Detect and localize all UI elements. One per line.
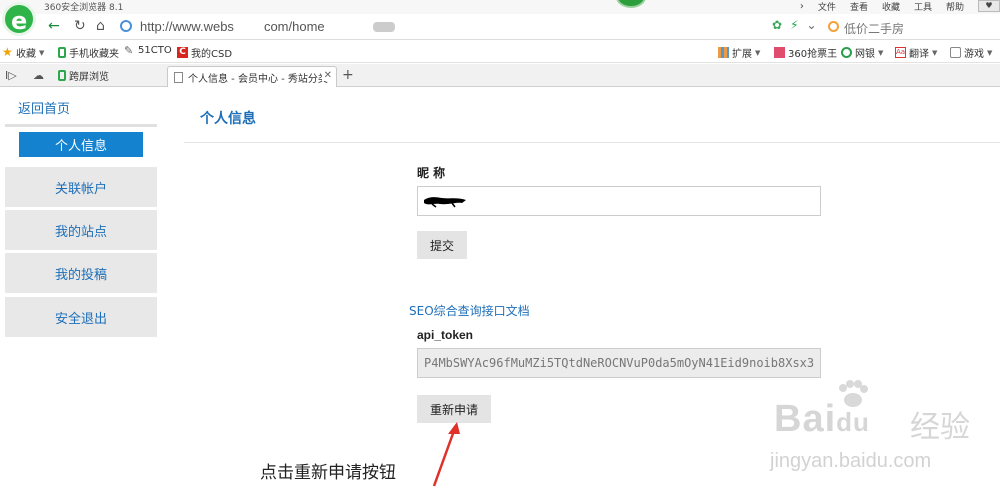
caret-icon: ▼	[987, 48, 993, 57]
bookmark-ticket-king[interactable]: 360抢票王	[774, 45, 837, 60]
menu-file[interactable]: 文件	[818, 0, 836, 13]
globe-icon	[120, 20, 132, 32]
search-engine-icon	[828, 21, 839, 32]
search-box[interactable]: 低价二手房	[828, 17, 1000, 37]
redaction-scribble	[424, 197, 466, 208]
bank-icon	[841, 47, 852, 58]
navigation-bar: ← ↻ ⌂ http://www.webs com/home ✿ ⚡ ⌄ 低价二手…	[0, 14, 1000, 40]
menu-help[interactable]: 帮助	[946, 0, 964, 13]
green-badge-icon[interactable]	[616, 0, 646, 8]
api-token-field[interactable]: P4MbSWYAc96fMuMZi5TQtdNeROCNVuP0da5mOyN4…	[417, 348, 821, 378]
baidu-watermark: Baidu 经验 jingyan.baidu.com	[770, 380, 1000, 494]
bookmark-bank[interactable]: 网银 ▼	[841, 45, 883, 60]
seo-doc-link[interactable]: SEO综合查询接口文档	[409, 302, 530, 319]
app-title: 360安全浏览器 8.1	[44, 3, 124, 13]
sidebar-item-my-submissions[interactable]: 我的投稿	[5, 253, 157, 293]
new-tab-button[interactable]: +	[342, 67, 354, 83]
tab-title: 个人信息 - 会员中心 - 秀站分类	[188, 73, 328, 85]
annotation-arrow	[432, 422, 460, 487]
browser-menu: › 文件 查看 收藏 工具 帮助 ♥	[800, 0, 1000, 13]
csdn-icon: C	[177, 47, 188, 58]
document-icon	[174, 71, 183, 83]
tab-mirror-browse[interactable]: 跨屏浏览	[58, 67, 158, 84]
browser-logo: e	[2, 2, 36, 36]
title-divider	[184, 142, 1000, 143]
phone-icon	[58, 70, 66, 81]
sidebar-item-personal-info[interactable]: 个人信息	[5, 124, 157, 162]
translate-icon: Aa	[895, 47, 906, 58]
dropdown-icon[interactable]: ⌄	[807, 18, 817, 32]
search-input[interactable]: 低价二手房	[844, 20, 904, 37]
phone-icon	[58, 47, 66, 58]
skin-icon[interactable]: ♥	[978, 0, 1000, 12]
address-bar[interactable]: http://www.webs com/home	[118, 17, 798, 37]
link-icon: ✎	[124, 44, 134, 57]
url-redaction	[373, 22, 395, 32]
home-link[interactable]: 返回首页	[18, 98, 70, 117]
home-icon[interactable]: ⌂	[96, 18, 105, 34]
sidebar-toggle-icon[interactable]: I▷	[5, 69, 17, 82]
tab-bar: I▷ ☁ 跨屏浏览 个人信息 - 会员中心 - 秀站分类 ✕ +	[0, 64, 1000, 87]
sidebar-item-linked-accounts[interactable]: 关联帐户	[5, 167, 157, 207]
menu-favorites[interactable]: 收藏	[882, 0, 900, 13]
refresh-icon[interactable]: ↻	[74, 18, 86, 34]
caret-icon: ▼	[39, 48, 45, 57]
nickname-field[interactable]	[417, 186, 821, 216]
bookmark-games[interactable]: 游戏 ▼	[950, 45, 992, 60]
sidebar-item-logout[interactable]: 安全退出	[5, 297, 157, 337]
gamepad-icon	[950, 47, 961, 58]
menu-tools[interactable]: 工具	[914, 0, 932, 13]
bookmark-extensions[interactable]: 扩展 ▼	[718, 45, 760, 60]
bookmark-translate[interactable]: Aa 翻译 ▼	[895, 45, 937, 60]
annotation-text: 点击重新申请按钮	[260, 463, 396, 483]
caret-icon: ▼	[755, 48, 761, 57]
chevron-right-icon[interactable]: ›	[800, 1, 804, 12]
browser-title-bar: 360安全浏览器 8.1 › 文件 查看 收藏 工具 帮助 ♥	[0, 0, 1000, 14]
cloud-icon[interactable]: ☁	[33, 69, 44, 82]
address-bar-icons: ✿ ⚡ ⌄	[772, 18, 817, 32]
extensions-icon	[718, 47, 729, 58]
page-content: 返回首页 个人信息 关联帐户 我的站点 我的投稿 安全退出 个人信息 昵 称 提…	[0, 88, 1000, 497]
tab-personal-info[interactable]: 个人信息 - 会员中心 - 秀站分类 ✕	[167, 66, 337, 87]
nickname-label: 昵 称	[417, 166, 446, 180]
bookmark-favorites[interactable]: ★ 收藏 ▼	[2, 45, 44, 60]
close-icon[interactable]: ✕	[321, 70, 332, 81]
caret-icon: ▼	[932, 48, 938, 57]
compat-mode-icon[interactable]: ✿	[772, 18, 782, 32]
page-title: 个人信息	[200, 111, 256, 127]
bookmarks-bar: ★ 收藏 ▼ 手机收藏夹 ✎ 51CTO C 我的CSD 扩展 ▼ 360抢票王 网银 ▼ …	[0, 41, 1000, 63]
speed-mode-icon[interactable]: ⚡	[790, 18, 798, 32]
menu-view[interactable]: 查看	[850, 0, 868, 13]
bookmark-csd[interactable]: C 我的CSD	[177, 45, 232, 60]
bookmark-51cto[interactable]: ✎ 51CTO	[124, 45, 172, 56]
submit-button[interactable]: 提交	[417, 231, 468, 259]
watermark-url: jingyan.baidu.com	[770, 450, 932, 472]
bookmark-mobile[interactable]: 手机收藏夹	[58, 45, 119, 60]
url-text[interactable]: http://www.webs com/home	[140, 19, 325, 34]
back-icon[interactable]: ←	[48, 18, 60, 34]
watermark-brand: Baidu	[774, 398, 870, 440]
star-icon: ★	[2, 45, 13, 59]
api-token-label: api_token	[417, 328, 474, 342]
ticket-icon	[774, 47, 785, 58]
watermark-cn: 经验	[910, 410, 970, 445]
caret-icon: ▼	[878, 48, 884, 57]
sidebar-item-my-sites[interactable]: 我的站点	[5, 210, 157, 250]
